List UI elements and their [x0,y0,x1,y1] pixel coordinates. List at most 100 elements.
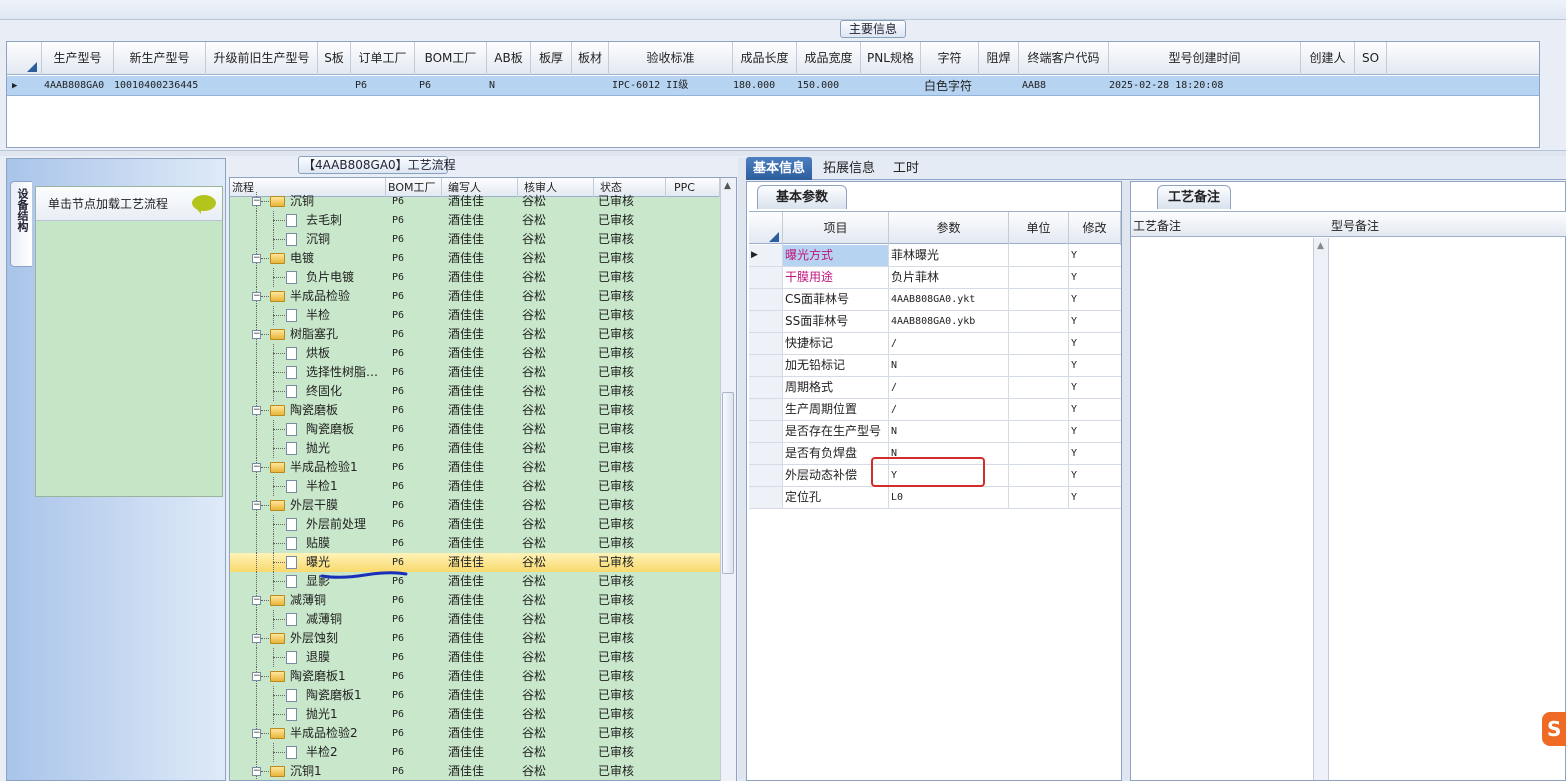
param-value[interactable]: / [889,377,1009,398]
tree-row[interactable]: − 陶瓷磨板 P6 酒佳佳 谷松 已审核 [230,401,720,420]
collapse-icon[interactable]: − [252,767,261,776]
param-edit[interactable]: Y [1069,487,1121,508]
tree-row[interactable]: 抛光1 P6 酒佳佳 谷松 已审核 [230,705,720,724]
param-row[interactable]: 干膜用途 负片菲林 Y [749,267,1121,289]
col-bom-factory[interactable]: BOM工厂 [415,42,487,75]
tree-row[interactable]: 烘板 P6 酒佳佳 谷松 已审核 [230,344,720,363]
tab-basic-params[interactable]: 基本参数 [757,185,847,209]
tree-row[interactable]: 去毛刺 P6 酒佳佳 谷松 已审核 [230,211,720,230]
row-selector[interactable] [749,267,783,288]
collapse-icon[interactable]: − [252,463,261,472]
col-width[interactable]: 成品宽度 [797,42,861,75]
param-edit[interactable]: Y [1069,289,1121,310]
param-edit[interactable]: Y [1069,377,1121,398]
row-selector[interactable] [749,465,783,486]
param-value[interactable]: L0 [889,487,1009,508]
param-row[interactable]: ▶ 曝光方式 菲林曝光 Y [749,245,1121,267]
col-length[interactable]: 成品长度 [733,42,797,75]
param-value[interactable]: N [889,355,1009,376]
param-row[interactable]: 定位孔 L0 Y [749,487,1121,509]
tree-row[interactable]: 半检 P6 酒佳佳 谷松 已审核 [230,306,720,325]
param-edit[interactable]: Y [1069,267,1121,288]
param-edit[interactable]: Y [1069,333,1121,354]
col-order-factory[interactable]: 订单工厂 [351,42,415,75]
param-value[interactable]: / [889,333,1009,354]
tree-row[interactable]: − 半成品检验 P6 酒佳佳 谷松 已审核 [230,287,720,306]
tree-row[interactable]: 陶瓷磨板 P6 酒佳佳 谷松 已审核 [230,420,720,439]
col-old-model[interactable]: 升级前旧生产型号 [206,42,318,75]
row-selector[interactable] [749,333,783,354]
col-material[interactable]: 板材 [572,42,609,75]
param-edit[interactable]: Y [1069,245,1121,266]
param-row[interactable]: 加无铅标记 N Y [749,355,1121,377]
param-value[interactable]: 菲林曝光 [889,245,1009,266]
notes-scroll-up-icon[interactable]: ▲ [1317,241,1324,251]
col-solder[interactable]: 阻焊 [979,42,1019,75]
tree-row[interactable]: 退膜 P6 酒佳佳 谷松 已审核 [230,648,720,667]
tab-basic-info[interactable]: 基本信息 [746,157,813,180]
row-selector[interactable] [749,487,783,508]
vertical-splitter[interactable] [738,158,746,781]
col-so[interactable]: SO [1355,42,1387,75]
tree-row[interactable]: 半检1 P6 酒佳佳 谷松 已审核 [230,477,720,496]
param-edit[interactable]: Y [1069,399,1121,420]
tree-row[interactable]: 终固化 P6 酒佳佳 谷松 已审核 [230,382,720,401]
param-row[interactable]: 快捷标记 / Y [749,333,1121,355]
col-creator[interactable]: 创建人 [1301,42,1355,75]
right-splitter[interactable] [1122,181,1130,781]
param-row[interactable]: 周期格式 / Y [749,377,1121,399]
tree-row[interactable]: 陶瓷磨板1 P6 酒佳佳 谷松 已审核 [230,686,720,705]
scroll-up-icon[interactable]: ▲ [724,181,731,191]
tree-row[interactable]: 选择性树脂… P6 酒佳佳 谷松 已审核 [230,363,720,382]
row-selector[interactable] [749,443,783,464]
tree-row[interactable]: − 沉铜 P6 酒佳佳 谷松 已审核 [230,192,720,211]
param-edit[interactable]: Y [1069,355,1121,376]
row-selector[interactable] [749,377,783,398]
row-selector[interactable] [749,355,783,376]
col-standard[interactable]: 验收标准 [609,42,733,75]
collapse-icon[interactable]: − [252,330,261,339]
col-unit[interactable]: 单位 [1009,212,1069,245]
collapse-icon[interactable]: − [252,292,261,301]
col-create-time[interactable]: 型号创建时间 [1109,42,1301,75]
tree-row[interactable]: − 树脂塞孔 P6 酒佳佳 谷松 已审核 [230,325,720,344]
tab-extended-info[interactable]: 拓展信息 [816,157,882,180]
row-selector[interactable] [749,399,783,420]
row-pointer-icon[interactable]: ▶ [749,245,783,266]
col-param[interactable]: 参数 [889,212,1009,245]
tree-row[interactable]: 贴膜 P6 酒佳佳 谷松 已审核 [230,534,720,553]
param-edit[interactable]: Y [1069,465,1121,486]
param-edit[interactable]: Y [1069,421,1121,442]
tree-row[interactable]: − 半成品检验2 P6 酒佳佳 谷松 已审核 [230,724,720,743]
collapse-icon[interactable]: − [252,197,261,206]
tree-row[interactable]: − 外层蚀刻 P6 酒佳佳 谷松 已审核 [230,629,720,648]
row-selector[interactable] [749,289,783,310]
tree-scroll-thumb[interactable] [722,392,734,574]
param-value[interactable]: 负片菲林 [889,267,1009,288]
param-edit[interactable]: Y [1069,311,1121,332]
row-selector[interactable] [749,421,783,442]
tree-row[interactable]: 曝光 P6 酒佳佳 谷松 已审核 [230,553,720,572]
tree-row[interactable]: − 半成品检验1 P6 酒佳佳 谷松 已审核 [230,458,720,477]
collapse-icon[interactable]: − [252,672,261,681]
collapse-icon[interactable]: − [252,634,261,643]
param-value[interactable]: N [889,421,1009,442]
col-prod-model[interactable]: 生产型号 [42,42,114,75]
collapse-icon[interactable]: − [252,406,261,415]
param-row[interactable]: CS面菲林号 4AAB808GA0.ykt Y [749,289,1121,311]
tree-row[interactable]: − 陶瓷磨板1 P6 酒佳佳 谷松 已审核 [230,667,720,686]
tree-row[interactable]: 外层前处理 P6 酒佳佳 谷松 已审核 [230,515,720,534]
collapse-icon[interactable]: − [252,254,261,263]
main-info-row[interactable]: ▶ 4AAB808GA0 10010400236445 P6 P6 N IPC-… [7,76,1539,96]
collapse-icon[interactable]: − [252,596,261,605]
col-new-model[interactable]: 新生产型号 [114,42,206,75]
param-row[interactable]: SS面菲林号 4AAB808GA0.ykb Y [749,311,1121,333]
col-item[interactable]: 项目 [783,212,889,245]
tree-row[interactable]: 负片电镀 P6 酒佳佳 谷松 已审核 [230,268,720,287]
tab-process-notes[interactable]: 工艺备注 [1157,185,1231,209]
param-value[interactable]: 4AAB808GA0.ykb [889,311,1009,332]
param-row[interactable]: 是否存在生产型号 N Y [749,421,1121,443]
collapse-icon[interactable]: − [252,501,261,510]
col-char[interactable]: 字符 [921,42,979,75]
tab-equipment-structure[interactable]: 设备结构 [10,181,32,267]
